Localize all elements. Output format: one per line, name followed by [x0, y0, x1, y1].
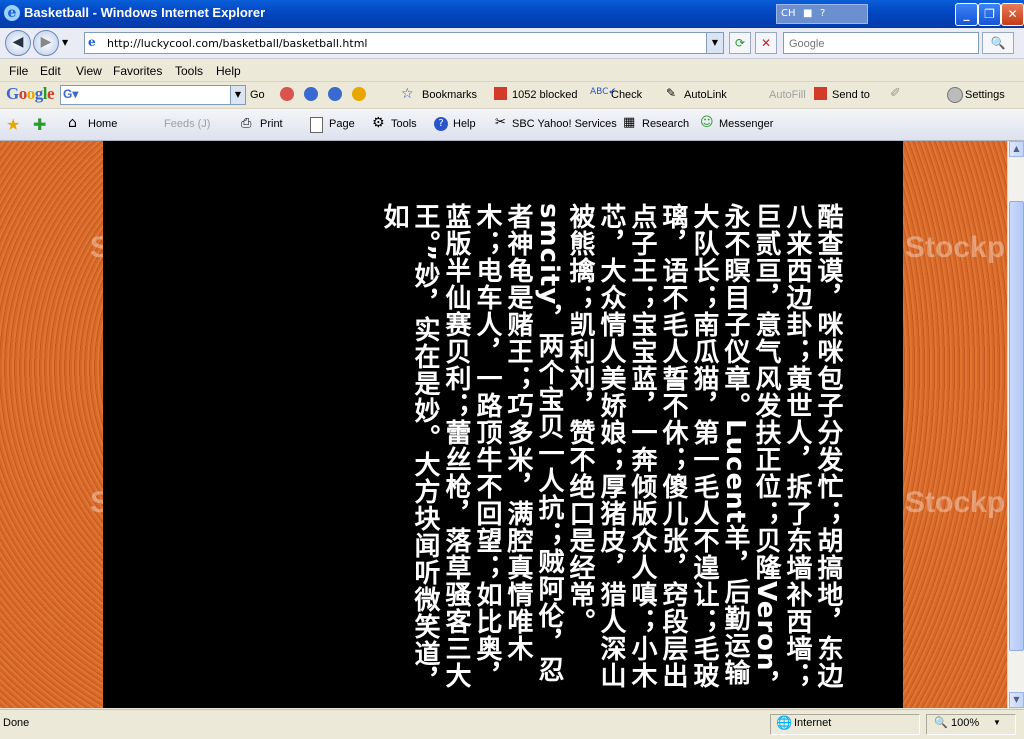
stop-button[interactable]: ✕ — [755, 32, 777, 54]
messenger-button[interactable]: Messenger — [719, 118, 773, 130]
watermark-right: Stockpho — [905, 231, 1007, 264]
tools-button[interactable]: Tools — [391, 118, 417, 130]
page-icon: e — [88, 35, 96, 49]
sbc-icon: ✂ — [495, 115, 506, 130]
news-icon[interactable] — [280, 87, 294, 101]
home-icon: ⌂ — [68, 115, 77, 131]
sbc-yahoo-services-button[interactable]: SBC Yahoo! Services — [512, 118, 617, 130]
menu-help[interactable]: Help — [216, 64, 241, 78]
help-icon[interactable]: ? — [820, 5, 825, 23]
watermark-right-lower: Stockpho — [905, 486, 1007, 519]
star-icon: ☆ — [401, 86, 414, 102]
print-icon: ⎙ — [241, 116, 252, 131]
print-button[interactable]: Print — [260, 118, 283, 130]
command-bar: ★ ✚ ⌂ Home Feeds (J) ⎙ Print Page ⚙ Tool… — [0, 109, 1024, 141]
settings-button[interactable]: Settings — [965, 89, 1005, 101]
back-button[interactable]: ◀ — [5, 30, 31, 56]
google-go-button[interactable]: Go — [250, 89, 265, 101]
zoom-icon: 🔍 — [934, 717, 948, 729]
popups-blocked-count[interactable]: 1052 blocked — [512, 89, 577, 101]
close-button[interactable]: ✕ — [1001, 3, 1024, 26]
menu-file[interactable]: File — [9, 64, 28, 78]
scroll-up-button[interactable]: ▲ — [1009, 141, 1024, 157]
vertical-chinese-text: 酷查谟，咪咪包子分发忙；胡搞地，东边八来西边卦；黄世人，拆了东墙补西墙；巨贰亘，… — [379, 203, 843, 699]
menu-edit[interactable]: Edit — [40, 64, 61, 78]
messenger-icon: ☺ — [700, 115, 714, 130]
add-favorites-icon[interactable]: ✚ — [33, 115, 46, 134]
ime-icon[interactable]: ■ — [803, 5, 812, 23]
settings-icon — [947, 87, 963, 103]
autolink-button[interactable]: AutoLink — [684, 89, 727, 101]
gear-icon: ⚙ — [372, 115, 385, 131]
history-dropdown-icon[interactable]: ▼ — [62, 38, 68, 47]
research-button[interactable]: Research — [642, 118, 689, 130]
menu-favorites[interactable]: Favorites — [113, 64, 162, 78]
menu-bar: File Edit View Favorites Tools Help — [0, 59, 1024, 82]
status-text: Done — [3, 717, 30, 729]
language-bar[interactable]: CH ■ ? — [776, 4, 868, 24]
restore-button[interactable]: ❐ — [978, 3, 1001, 26]
security-zone: Internet — [794, 717, 832, 729]
address-toolbar: ◀ ▶ ▼ e http://luckycool.com/basketball/… — [0, 28, 1024, 59]
google-logo[interactable]: Google — [6, 84, 55, 104]
page-content: Stockpho Stockpho Stockpho Stockpho 酷查谟，… — [0, 141, 1007, 708]
forward-button[interactable]: ▶ — [33, 30, 59, 56]
menu-tools[interactable]: Tools — [175, 64, 203, 78]
popup-blocker-icon — [494, 87, 507, 100]
refresh-button[interactable]: ⟳ — [729, 32, 751, 54]
help-button[interactable]: Help — [453, 118, 476, 130]
highlight-icon[interactable]: ✐ — [890, 86, 901, 101]
status-bar: Done 🌐 Internet 🔍 100% ▼ — [0, 709, 1024, 739]
address-url[interactable]: http://luckycool.com/basketball/basketba… — [107, 37, 367, 50]
ie-logo-icon: e — [4, 5, 20, 21]
zoom-level[interactable]: 100% — [951, 717, 979, 729]
send-to-button[interactable]: Send to — [832, 89, 870, 101]
title-bar: e Basketball - Windows Internet Explorer… — [0, 0, 1024, 28]
autolink-icon: ✎ — [666, 86, 677, 100]
address-dropdown-icon[interactable]: ▼ — [706, 33, 723, 53]
search-box[interactable] — [783, 32, 979, 54]
bookmarks-button[interactable]: Bookmarks — [422, 89, 477, 101]
search-button[interactable]: 🔍 — [982, 32, 1014, 54]
search-input[interactable] — [787, 35, 979, 53]
google-g-icon: G▾ — [63, 87, 79, 101]
home-button[interactable]: Home — [88, 118, 117, 130]
feeds-button[interactable]: Feeds (J) — [164, 118, 210, 130]
send-to-icon — [814, 87, 827, 100]
minimize-button[interactable]: _ — [955, 3, 978, 26]
globe-icon: 🌐 — [776, 715, 793, 730]
images-icon[interactable] — [328, 87, 342, 101]
page-button[interactable]: Page — [329, 118, 355, 130]
globe-icon[interactable] — [304, 87, 318, 101]
google-search-dropdown-icon[interactable]: ▼ — [230, 86, 245, 104]
help-icon: ? — [434, 117, 448, 131]
google-toolbar: Google G▾ ▼ Go ☆ Bookmarks 1052 blocked … — [0, 82, 1024, 109]
autofill-button[interactable]: AutoFill — [769, 89, 806, 101]
menu-view[interactable]: View — [76, 64, 102, 78]
scroll-down-button[interactable]: ▼ — [1009, 692, 1024, 708]
google-search-box[interactable]: G▾ ▼ — [60, 85, 246, 105]
zoom-dropdown-icon[interactable]: ▼ — [993, 718, 1001, 727]
address-bar[interactable]: e http://luckycool.com/basketball/basket… — [84, 32, 724, 54]
favorites-star-icon[interactable]: ★ — [6, 115, 20, 134]
language-indicator[interactable]: CH — [781, 5, 796, 23]
research-icon: ▦ — [623, 115, 636, 130]
spellcheck-button[interactable]: Check — [611, 89, 642, 101]
puzzle-icon[interactable] — [352, 87, 366, 101]
vertical-scrollbar[interactable]: ▲ ▼ — [1007, 141, 1024, 708]
zone-panel — [770, 714, 920, 735]
window-title: Basketball - Windows Internet Explorer — [24, 5, 266, 20]
scroll-thumb[interactable] — [1009, 201, 1024, 651]
text-panel: 酷查谟，咪咪包子分发忙；胡搞地，东边八来西边卦；黄世人，拆了东墙补西墙；巨贰亘，… — [103, 141, 903, 708]
page-icon — [310, 117, 323, 133]
